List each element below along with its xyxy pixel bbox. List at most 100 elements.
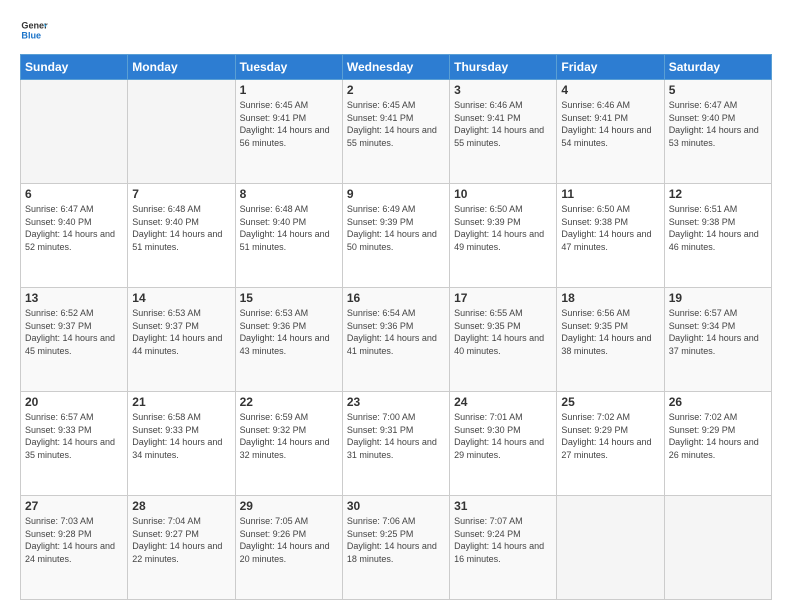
calendar-cell: 7 Sunrise: 6:48 AMSunset: 9:40 PMDaylight…: [128, 184, 235, 288]
calendar-week-row: 27 Sunrise: 7:03 AMSunset: 9:28 PMDayligh…: [21, 496, 772, 600]
day-number: 9: [347, 187, 445, 201]
calendar-cell: 12Sunrise: 6:51 AMSunset: 9:38 PMDayligh…: [664, 184, 771, 288]
cell-info: Sunrise: 7:00 AMSunset: 9:31 PMDaylight:…: [347, 411, 445, 461]
cell-info: Sunrise: 6:48 AMSunset: 9:40 PMDaylight:…: [132, 203, 230, 253]
cell-info: Sunrise: 6:51 AMSunset: 9:38 PMDaylight:…: [669, 203, 767, 253]
calendar-week-row: 13 Sunrise: 6:52 AMSunset: 9:37 PMDayligh…: [21, 288, 772, 392]
calendar-cell: 8 Sunrise: 6:48 AMSunset: 9:40 PMDaylight…: [235, 184, 342, 288]
cell-info: Sunrise: 6:46 AMSunset: 9:41 PMDaylight:…: [454, 99, 552, 149]
calendar-week-row: 1 Sunrise: 6:45 AMSunset: 9:41 PMDaylight…: [21, 80, 772, 184]
calendar-cell: 9 Sunrise: 6:49 AMSunset: 9:39 PMDaylight…: [342, 184, 449, 288]
logo-icon: General Blue: [20, 16, 48, 44]
day-number: 14: [132, 291, 230, 305]
calendar-cell: 6 Sunrise: 6:47 AMSunset: 9:40 PMDaylight…: [21, 184, 128, 288]
calendar-cell: 28 Sunrise: 7:04 AMSunset: 9:27 PMDayligh…: [128, 496, 235, 600]
calendar-table: SundayMondayTuesdayWednesdayThursdayFrid…: [20, 54, 772, 600]
day-number: 23: [347, 395, 445, 409]
calendar-cell: [21, 80, 128, 184]
cell-info: Sunrise: 6:49 AMSunset: 9:39 PMDaylight:…: [347, 203, 445, 253]
weekday-header-friday: Friday: [557, 55, 664, 80]
cell-info: Sunrise: 6:56 AMSunset: 9:35 PMDaylight:…: [561, 307, 659, 357]
day-number: 8: [240, 187, 338, 201]
cell-info: Sunrise: 6:47 AMSunset: 9:40 PMDaylight:…: [25, 203, 123, 253]
cell-info: Sunrise: 7:02 AMSunset: 9:29 PMDaylight:…: [669, 411, 767, 461]
weekday-header-row: SundayMondayTuesdayWednesdayThursdayFrid…: [21, 55, 772, 80]
day-number: 15: [240, 291, 338, 305]
day-number: 27: [25, 499, 123, 513]
day-number: 16: [347, 291, 445, 305]
cell-info: Sunrise: 6:50 AMSunset: 9:38 PMDaylight:…: [561, 203, 659, 253]
cell-info: Sunrise: 7:07 AMSunset: 9:24 PMDaylight:…: [454, 515, 552, 565]
cell-info: Sunrise: 6:48 AMSunset: 9:40 PMDaylight:…: [240, 203, 338, 253]
cell-info: Sunrise: 6:54 AMSunset: 9:36 PMDaylight:…: [347, 307, 445, 357]
weekday-header-thursday: Thursday: [450, 55, 557, 80]
day-number: 3: [454, 83, 552, 97]
day-number: 28: [132, 499, 230, 513]
calendar-cell: 3 Sunrise: 6:46 AMSunset: 9:41 PMDaylight…: [450, 80, 557, 184]
cell-info: Sunrise: 6:59 AMSunset: 9:32 PMDaylight:…: [240, 411, 338, 461]
calendar-cell: 29 Sunrise: 7:05 AMSunset: 9:26 PMDayligh…: [235, 496, 342, 600]
calendar-cell: 16 Sunrise: 6:54 AMSunset: 9:36 PMDayligh…: [342, 288, 449, 392]
calendar-cell: 14 Sunrise: 6:53 AMSunset: 9:37 PMDayligh…: [128, 288, 235, 392]
calendar-cell: 22 Sunrise: 6:59 AMSunset: 9:32 PMDayligh…: [235, 392, 342, 496]
day-number: 24: [454, 395, 552, 409]
day-number: 20: [25, 395, 123, 409]
calendar-cell: 19Sunrise: 6:57 AMSunset: 9:34 PMDayligh…: [664, 288, 771, 392]
cell-info: Sunrise: 6:55 AMSunset: 9:35 PMDaylight:…: [454, 307, 552, 357]
day-number: 10: [454, 187, 552, 201]
calendar-week-row: 20Sunrise: 6:57 AMSunset: 9:33 PMDayligh…: [21, 392, 772, 496]
day-number: 17: [454, 291, 552, 305]
calendar-cell: 31 Sunrise: 7:07 AMSunset: 9:24 PMDayligh…: [450, 496, 557, 600]
cell-info: Sunrise: 7:02 AMSunset: 9:29 PMDaylight:…: [561, 411, 659, 461]
cell-info: Sunrise: 6:58 AMSunset: 9:33 PMDaylight:…: [132, 411, 230, 461]
page: General Blue SundayMondayTuesdayWednesda…: [0, 0, 792, 612]
calendar-cell: 30Sunrise: 7:06 AMSunset: 9:25 PMDayligh…: [342, 496, 449, 600]
day-number: 4: [561, 83, 659, 97]
day-number: 7: [132, 187, 230, 201]
weekday-header-monday: Monday: [128, 55, 235, 80]
calendar-cell: 4 Sunrise: 6:46 AMSunset: 9:41 PMDaylight…: [557, 80, 664, 184]
day-number: 22: [240, 395, 338, 409]
calendar-cell: 27 Sunrise: 7:03 AMSunset: 9:28 PMDayligh…: [21, 496, 128, 600]
calendar-cell: 1 Sunrise: 6:45 AMSunset: 9:41 PMDaylight…: [235, 80, 342, 184]
svg-text:Blue: Blue: [21, 30, 41, 40]
weekday-header-sunday: Sunday: [21, 55, 128, 80]
calendar-cell: 15Sunrise: 6:53 AMSunset: 9:36 PMDayligh…: [235, 288, 342, 392]
calendar-cell: [557, 496, 664, 600]
cell-info: Sunrise: 6:53 AMSunset: 9:37 PMDaylight:…: [132, 307, 230, 357]
cell-info: Sunrise: 6:47 AMSunset: 9:40 PMDaylight:…: [669, 99, 767, 149]
cell-info: Sunrise: 7:04 AMSunset: 9:27 PMDaylight:…: [132, 515, 230, 565]
calendar-week-row: 6 Sunrise: 6:47 AMSunset: 9:40 PMDaylight…: [21, 184, 772, 288]
calendar-cell: [128, 80, 235, 184]
calendar-cell: 13 Sunrise: 6:52 AMSunset: 9:37 PMDayligh…: [21, 288, 128, 392]
day-number: 25: [561, 395, 659, 409]
day-number: 29: [240, 499, 338, 513]
calendar-cell: 23 Sunrise: 7:00 AMSunset: 9:31 PMDayligh…: [342, 392, 449, 496]
day-number: 26: [669, 395, 767, 409]
cell-info: Sunrise: 7:03 AMSunset: 9:28 PMDaylight:…: [25, 515, 123, 565]
header: General Blue: [20, 16, 772, 44]
svg-text:General: General: [21, 21, 48, 31]
cell-info: Sunrise: 6:52 AMSunset: 9:37 PMDaylight:…: [25, 307, 123, 357]
calendar-cell: 18Sunrise: 6:56 AMSunset: 9:35 PMDayligh…: [557, 288, 664, 392]
calendar-cell: 10Sunrise: 6:50 AMSunset: 9:39 PMDayligh…: [450, 184, 557, 288]
calendar-cell: 24 Sunrise: 7:01 AMSunset: 9:30 PMDayligh…: [450, 392, 557, 496]
calendar-cell: 26 Sunrise: 7:02 AMSunset: 9:29 PMDayligh…: [664, 392, 771, 496]
calendar-cell: 17 Sunrise: 6:55 AMSunset: 9:35 PMDayligh…: [450, 288, 557, 392]
calendar-cell: 21 Sunrise: 6:58 AMSunset: 9:33 PMDayligh…: [128, 392, 235, 496]
day-number: 13: [25, 291, 123, 305]
day-number: 19: [669, 291, 767, 305]
day-number: 21: [132, 395, 230, 409]
day-number: 6: [25, 187, 123, 201]
calendar-cell: 20Sunrise: 6:57 AMSunset: 9:33 PMDayligh…: [21, 392, 128, 496]
day-number: 5: [669, 83, 767, 97]
cell-info: Sunrise: 6:46 AMSunset: 9:41 PMDaylight:…: [561, 99, 659, 149]
weekday-header-tuesday: Tuesday: [235, 55, 342, 80]
cell-info: Sunrise: 6:45 AMSunset: 9:41 PMDaylight:…: [240, 99, 338, 149]
day-number: 2: [347, 83, 445, 97]
cell-info: Sunrise: 7:01 AMSunset: 9:30 PMDaylight:…: [454, 411, 552, 461]
cell-info: Sunrise: 7:06 AMSunset: 9:25 PMDaylight:…: [347, 515, 445, 565]
day-number: 1: [240, 83, 338, 97]
day-number: 31: [454, 499, 552, 513]
cell-info: Sunrise: 7:05 AMSunset: 9:26 PMDaylight:…: [240, 515, 338, 565]
